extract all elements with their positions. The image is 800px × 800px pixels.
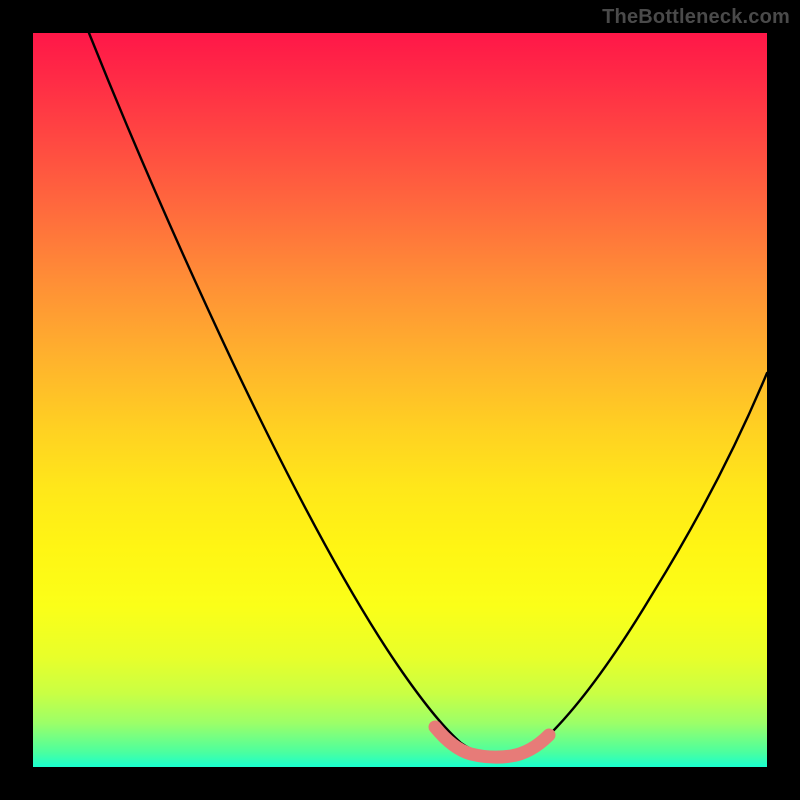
watermark-text: TheBottleneck.com bbox=[602, 6, 790, 29]
chart-frame: TheBottleneck.com bbox=[0, 0, 800, 800]
chart-svg bbox=[33, 33, 767, 767]
highlight-segment-path bbox=[435, 727, 549, 757]
plot-area bbox=[33, 33, 767, 767]
bottleneck-curve-path bbox=[89, 33, 767, 757]
